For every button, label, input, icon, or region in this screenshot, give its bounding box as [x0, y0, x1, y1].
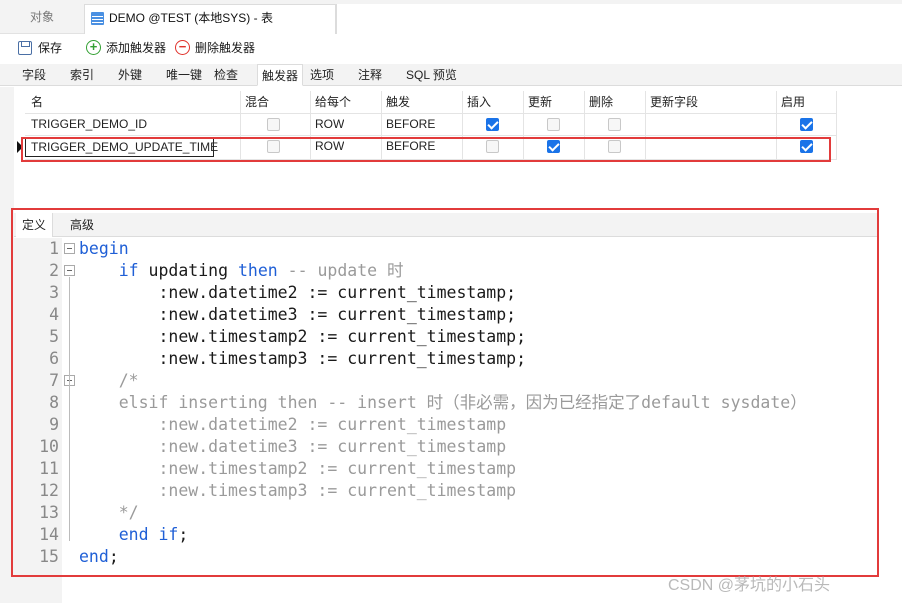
tab-triggers[interactable]: 触发器	[257, 64, 304, 86]
trigger-name-cell[interactable]: TRIGGER_DEMO_ID	[31, 113, 147, 135]
fire-cell[interactable]: BEFORE	[386, 113, 435, 135]
editor-tab-strip: 对象 DEMO @TEST (本地SYS) - 表	[0, 0, 902, 34]
col-header-fire[interactable]: 触发	[386, 91, 410, 113]
mixed-checkbox[interactable]	[267, 118, 280, 131]
update-checkbox[interactable]	[547, 118, 560, 131]
tab-objects[interactable]: 对象	[0, 4, 84, 30]
col-header-update-fields[interactable]: 更新字段	[650, 91, 698, 113]
tab-options[interactable]: 选项	[310, 64, 334, 86]
enabled-checkbox[interactable]	[800, 118, 813, 131]
watermark: CSDN @茅坑的小石头	[668, 577, 831, 594]
save-icon	[18, 41, 32, 55]
tab-foreign-keys[interactable]: 外键	[118, 64, 142, 86]
remove-icon: −	[175, 40, 190, 55]
toolbar: 保存 + 添加触发器 − 删除触发器	[0, 34, 902, 62]
add-trigger-label: 添加触发器	[106, 41, 167, 55]
tab-sql-preview[interactable]: SQL 预览	[406, 64, 457, 86]
col-header-insert[interactable]: 插入	[467, 91, 491, 113]
tab-fields[interactable]: 字段	[22, 64, 46, 86]
col-header-update[interactable]: 更新	[528, 91, 552, 113]
col-header-name[interactable]: 名	[31, 91, 43, 113]
add-trigger-button[interactable]: + 添加触发器	[86, 39, 166, 57]
tab-unique-keys[interactable]: 唯一键	[166, 64, 202, 86]
grid-line	[836, 91, 837, 159]
save-button[interactable]: 保存	[18, 39, 62, 57]
tab-comments[interactable]: 注释	[358, 64, 382, 86]
tab-demo-table-label: DEMO @TEST (本地SYS) - 表	[109, 11, 273, 25]
add-icon: +	[86, 40, 101, 55]
col-header-enabled[interactable]: 启用	[781, 91, 805, 113]
delete-checkbox[interactable]	[608, 118, 621, 131]
delete-trigger-button[interactable]: − 删除触发器	[175, 39, 255, 57]
save-button-label: 保存	[38, 41, 63, 55]
tab-demo-table[interactable]: DEMO @TEST (本地SYS) - 表	[84, 4, 336, 34]
highlight-box-trigger-row	[21, 137, 831, 162]
tab-checks[interactable]: 检查	[214, 64, 238, 86]
col-header-delete[interactable]: 删除	[589, 91, 613, 113]
tab-indexes[interactable]: 索引	[70, 64, 94, 86]
designer-tabs: 字段 索引 外键 唯一键 检查 触发器 选项 注释 SQL 预览	[0, 64, 902, 86]
insert-checkbox[interactable]	[486, 118, 499, 131]
col-header-for-each[interactable]: 给每个	[315, 91, 351, 113]
table-icon	[91, 12, 104, 25]
delete-trigger-label: 删除触发器	[195, 41, 256, 55]
grid-row-header	[0, 87, 14, 205]
tab-strip-empty	[336, 4, 902, 34]
col-header-mixed[interactable]: 混合	[245, 91, 269, 113]
highlight-box-code	[11, 208, 879, 577]
for-each-cell[interactable]: ROW	[315, 113, 344, 135]
